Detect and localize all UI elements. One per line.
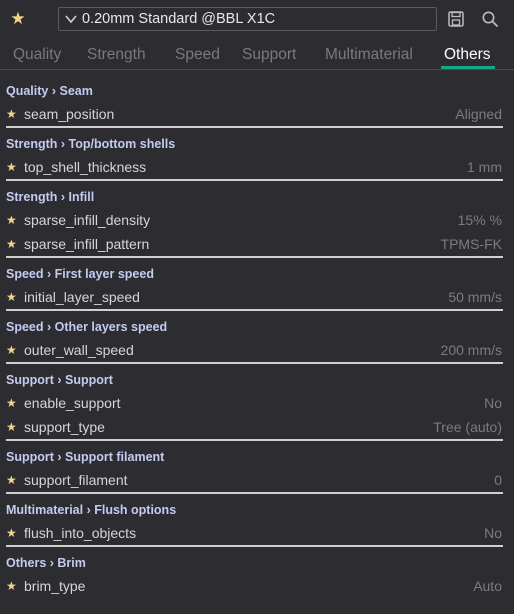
group-divider [6, 439, 503, 441]
option-name: top_shell_thickness [24, 159, 147, 175]
group-title: Strength › Top/bottom shells [6, 137, 176, 151]
group-divider [6, 492, 503, 494]
favorite-star-icon[interactable]: ★ [6, 343, 17, 357]
option-name: sparse_infill_pattern [24, 236, 150, 252]
group-title: Multimaterial › Flush options [6, 503, 177, 517]
tab-multimaterial[interactable]: Multimaterial [325, 46, 413, 64]
group-title: Speed › Other layers speed [6, 320, 168, 334]
category-tabs: Quality Strength Speed Support Multimate… [0, 40, 514, 70]
star-icon[interactable]: ★ [9, 9, 27, 29]
option-value[interactable]: 50 mm/s [448, 289, 502, 305]
option-name: seam_position [24, 106, 115, 122]
option-value[interactable]: TPMS-FK [441, 236, 502, 252]
tab-others[interactable]: Others [444, 46, 491, 64]
favorite-star-icon[interactable]: ★ [6, 396, 17, 410]
tab-strength[interactable]: Strength [87, 46, 146, 64]
group-title: Others › Brim [6, 556, 86, 570]
favorite-star-icon[interactable]: ★ [6, 579, 17, 593]
option-name: brim_type [24, 578, 86, 594]
option-value[interactable]: Aligned [455, 106, 502, 122]
group-title: Support › Support filament [6, 450, 165, 464]
option-value[interactable]: 1 mm [467, 159, 502, 175]
group-title: Speed › First layer speed [6, 267, 154, 281]
option-name: enable_support [24, 395, 121, 411]
option-name: initial_layer_speed [24, 289, 140, 305]
group-divider [6, 179, 503, 181]
preset-selector[interactable]: 0.20mm Standard @BBL X1C [58, 7, 437, 31]
option-name: sparse_infill_density [24, 212, 151, 228]
option-value[interactable]: Auto [473, 578, 502, 594]
chevron-down-icon [65, 15, 77, 24]
option-name: support_filament [24, 472, 128, 488]
group-title: Support › Support [6, 373, 113, 387]
preset-name: 0.20mm Standard @BBL X1C [82, 11, 276, 27]
favorite-star-icon[interactable]: ★ [6, 160, 17, 174]
preset-toolbar: ★ 0.20mm Standard @BBL X1C [0, 0, 514, 40]
option-value[interactable]: 15% % [458, 212, 502, 228]
favorite-star-icon[interactable]: ★ [6, 290, 17, 304]
group-title: Quality › Seam [6, 84, 93, 98]
favorite-star-icon[interactable]: ★ [6, 237, 17, 251]
favorite-star-icon[interactable]: ★ [6, 107, 17, 121]
favorite-star-icon[interactable]: ★ [6, 473, 17, 487]
option-value[interactable]: No [484, 395, 502, 411]
group-divider [6, 309, 503, 311]
option-name: flush_into_objects [24, 525, 137, 541]
favorite-star-icon[interactable]: ★ [6, 526, 17, 540]
tab-support[interactable]: Support [242, 46, 296, 64]
search-icon[interactable] [481, 10, 499, 28]
option-name: support_type [24, 419, 105, 435]
option-value[interactable]: 0 [494, 472, 502, 488]
option-value[interactable]: 200 mm/s [441, 342, 502, 358]
group-divider [6, 545, 503, 547]
tab-speed[interactable]: Speed [175, 46, 220, 64]
group-divider [6, 362, 503, 364]
option-value[interactable]: No [484, 525, 502, 541]
option-value[interactable]: Tree (auto) [433, 419, 502, 435]
favorite-star-icon[interactable]: ★ [6, 213, 17, 227]
group-title: Strength › Infill [6, 190, 95, 204]
tab-quality[interactable]: Quality [13, 46, 61, 64]
group-divider [6, 256, 503, 258]
active-tab-indicator [441, 66, 495, 69]
option-name: outer_wall_speed [24, 342, 134, 358]
favorite-star-icon[interactable]: ★ [6, 420, 17, 434]
save-icon[interactable] [447, 10, 465, 28]
group-divider [6, 126, 503, 128]
